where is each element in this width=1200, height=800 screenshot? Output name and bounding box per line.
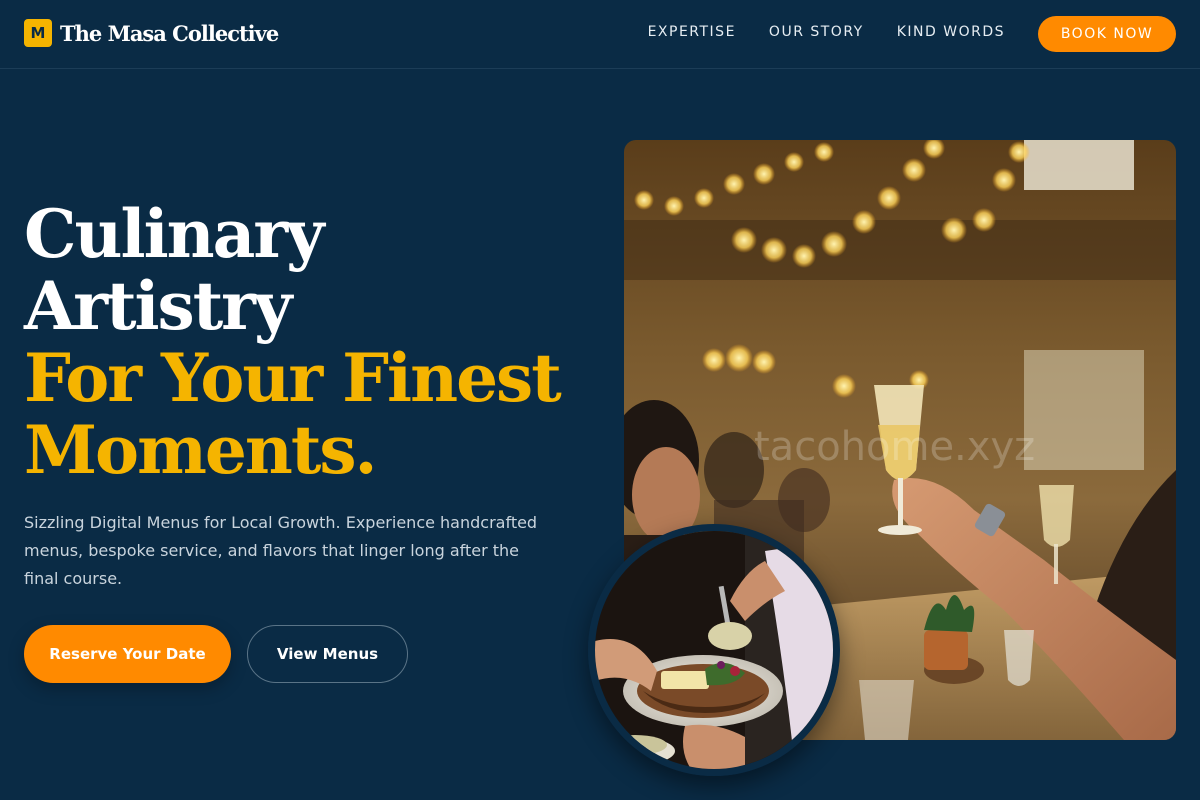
reserve-date-button[interactable]: Reserve Your Date: [24, 625, 231, 683]
window-light: [1024, 350, 1144, 470]
plated-dish-photo: [588, 524, 840, 776]
nav-links: EXPERTISE OUR STORY KIND WORDS: [648, 24, 1005, 40]
brand-logo[interactable]: M The Masa Collective: [24, 19, 279, 47]
plated-dish-illustration: [595, 531, 833, 769]
headline-line-3: For Your Finest: [24, 339, 562, 417]
top-navigation: M The Masa Collective EXPERTISE OUR STOR…: [0, 0, 1200, 69]
headline-line-4: Moments.: [24, 411, 378, 489]
headline-line-1: Culinary: [24, 195, 325, 273]
window-light: [1024, 140, 1134, 190]
watermark-text: tacohome.xyz: [754, 424, 1035, 470]
logo-badge: M: [24, 19, 52, 47]
plant-pot: [924, 630, 968, 670]
hero-subtext: Sizzling Digital Menus for Local Growth.…: [24, 513, 538, 588]
book-now-button[interactable]: BOOK NOW: [1038, 16, 1176, 52]
headline-line-2: Artistry: [24, 267, 292, 345]
nav-link-expertise[interactable]: EXPERTISE: [648, 24, 736, 40]
nav-link-our-story[interactable]: OUR STORY: [769, 24, 864, 40]
cheese-slice: [661, 671, 709, 689]
view-menus-button[interactable]: View Menus: [247, 625, 408, 683]
nav-link-kind-words[interactable]: KIND WORDS: [897, 24, 1005, 40]
serving-spoon: [708, 622, 752, 650]
brand-name: The Masa Collective: [60, 20, 279, 46]
hero-headline: Culinary Artistry For Your Finest Moment…: [24, 195, 562, 489]
